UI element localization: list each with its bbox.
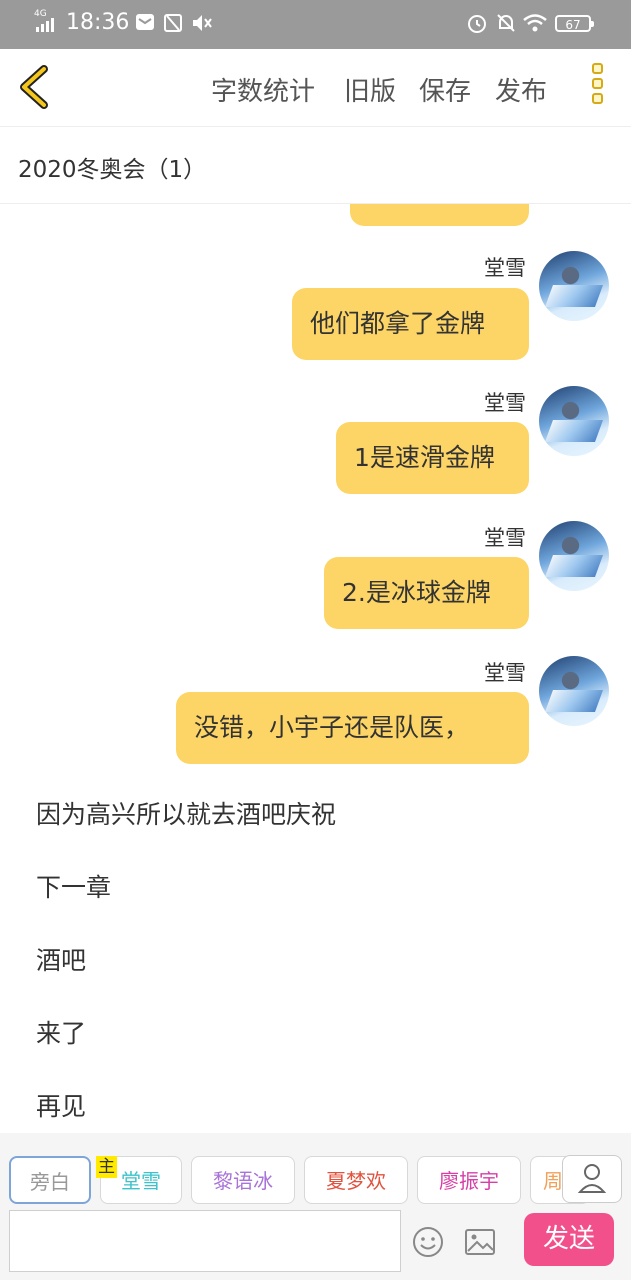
message-input[interactable] xyxy=(10,1211,400,1271)
message-input-box[interactable] xyxy=(9,1210,401,1272)
chapter-title-bar[interactable]: 2020冬奥会（1） xyxy=(0,127,631,204)
image-icon[interactable] xyxy=(463,1225,497,1259)
save-button[interactable]: 保存 xyxy=(419,71,471,108)
mail-icon xyxy=(136,14,154,30)
speaker-name: 堂雪 xyxy=(484,526,526,550)
message-bubble[interactable]: 他们都拿了金牌 xyxy=(292,288,529,360)
mute-icon xyxy=(193,15,212,31)
speaker-name: 堂雪 xyxy=(484,256,526,280)
emoji-icon[interactable] xyxy=(411,1225,445,1259)
story-content[interactable]: 堂雪 他们都拿了金牌 堂雪 1是速滑金牌 堂雪 2.是冰球金牌 堂雪 没错，小宇… xyxy=(0,204,631,1132)
old-version-button[interactable]: 旧版 xyxy=(344,71,396,108)
chapter-title: 2020冬奥会（1） xyxy=(18,157,207,183)
message-bubble-partial[interactable] xyxy=(350,204,529,226)
message-bubble[interactable]: 没错，小宇子还是队医， xyxy=(176,692,529,764)
screenshot-icon xyxy=(164,14,182,32)
speaker-name: 堂雪 xyxy=(484,661,526,685)
speaker-avatar[interactable] xyxy=(539,251,609,321)
message-bubble[interactable]: 1是速滑金牌 xyxy=(336,422,529,494)
publish-button[interactable]: 发布 xyxy=(495,71,547,108)
status-bar: 4G 18:36 67 xyxy=(0,0,631,49)
speaker-avatar[interactable] xyxy=(539,521,609,591)
role-chip-narrator[interactable]: 旁白 xyxy=(9,1156,91,1204)
role-chip[interactable]: 廖振宇 xyxy=(417,1156,521,1204)
speaker-avatar[interactable] xyxy=(539,386,609,456)
back-chevron-icon[interactable] xyxy=(14,63,54,111)
add-role-button[interactable] xyxy=(562,1155,622,1203)
more-menu-icon[interactable] xyxy=(583,63,611,115)
message-bubble[interactable]: 2.是冰球金牌 xyxy=(324,557,529,629)
speaker-avatar[interactable] xyxy=(539,656,609,726)
narration-line[interactable]: 来了 xyxy=(36,1014,86,1050)
main-role-badge: 主 xyxy=(96,1156,117,1178)
narration-line[interactable]: 酒吧 xyxy=(36,941,86,977)
notifications-off-icon xyxy=(497,14,515,32)
editor-toolbar: 字数统计 旧版 保存 发布 xyxy=(0,49,631,127)
role-chip[interactable]: 夏梦欢 xyxy=(304,1156,408,1204)
clock: 18:36 xyxy=(66,10,130,35)
battery-indicator: 67 xyxy=(555,15,594,32)
person-icon xyxy=(577,1164,607,1193)
composer-panel: 旁白 堂雪 主 黎语冰 夏梦欢 廖振宇 周 发送 xyxy=(0,1133,631,1280)
signal-icon xyxy=(36,18,54,32)
narration-line[interactable]: 下一章 xyxy=(36,868,111,904)
word-count-button[interactable]: 字数统计 xyxy=(211,71,315,108)
role-chip[interactable]: 黎语冰 xyxy=(191,1156,295,1204)
narration-line[interactable]: 再见 xyxy=(36,1087,86,1123)
narration-line[interactable]: 因为高兴所以就去酒吧庆祝 xyxy=(36,795,336,831)
send-button[interactable]: 发送 xyxy=(524,1213,614,1266)
wifi-icon xyxy=(523,14,547,32)
speaker-name: 堂雪 xyxy=(484,391,526,415)
alarm-icon xyxy=(468,15,486,33)
